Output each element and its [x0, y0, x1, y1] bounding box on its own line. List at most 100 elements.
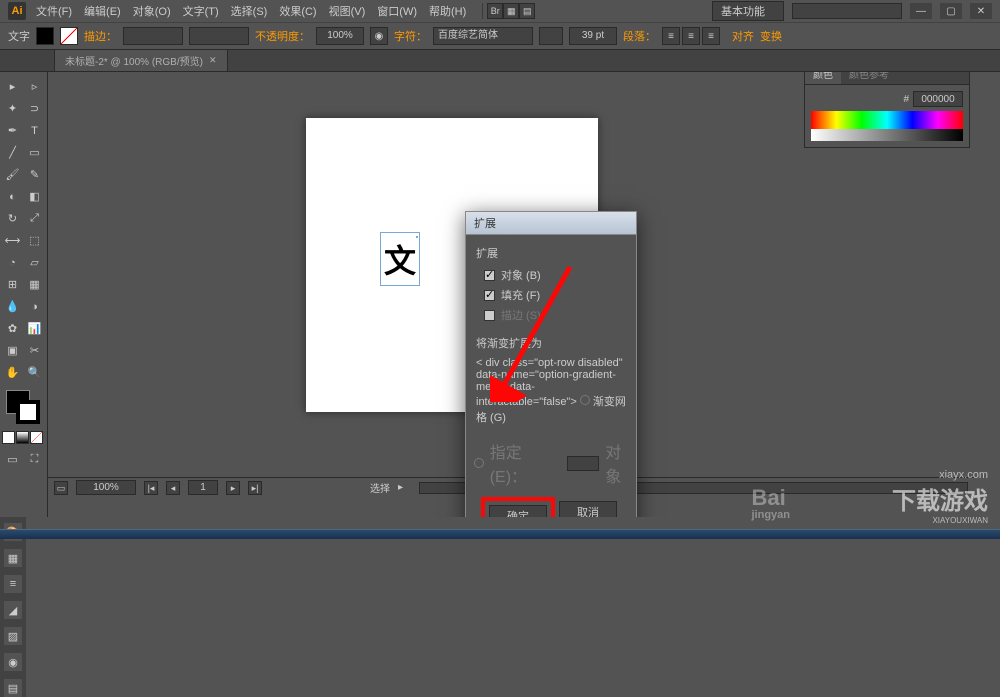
hue-spectrum[interactable]: [811, 111, 963, 129]
value-spectrum[interactable]: [811, 129, 963, 141]
font-size-dropdown[interactable]: 39 pt: [569, 27, 617, 45]
help-search-input[interactable]: [792, 3, 902, 19]
slice-tool[interactable]: ✂: [24, 340, 45, 361]
menu-effect[interactable]: 效果(C): [279, 3, 316, 19]
artboard-tool[interactable]: ▣: [2, 340, 23, 361]
color-mode-none[interactable]: [30, 431, 43, 444]
opacity-value[interactable]: 100%: [316, 27, 364, 45]
align-right-icon[interactable]: ≡: [702, 27, 720, 45]
menu-view[interactable]: 视图(V): [329, 3, 366, 19]
stroke-color-swatch[interactable]: [16, 400, 40, 424]
opacity-link[interactable]: 不透明度：: [255, 28, 310, 44]
rotate-tool[interactable]: ↻: [2, 208, 23, 229]
last-artboard-button[interactable]: ▸|: [248, 481, 262, 495]
color-mode-fill[interactable]: [2, 431, 15, 444]
fill-swatch[interactable]: [36, 27, 54, 45]
magic-wand-tool[interactable]: ✦: [2, 98, 23, 119]
stroke-dock-icon[interactable]: ≡: [4, 575, 22, 593]
gradient-dock-icon[interactable]: ◢: [4, 601, 22, 619]
width-tool[interactable]: ⟷: [2, 230, 23, 251]
lasso-tool[interactable]: ⊃: [24, 98, 45, 119]
zoom-dropdown[interactable]: 100%: [76, 480, 136, 495]
bridge-icon[interactable]: Br: [487, 3, 503, 19]
mesh-tool[interactable]: ⊞: [2, 274, 23, 295]
grid-icon[interactable]: ▤: [519, 3, 535, 19]
transparency-dock-icon[interactable]: ▨: [4, 627, 22, 645]
blob-brush-tool[interactable]: ◐: [2, 186, 23, 207]
recolor-icon[interactable]: ◉: [370, 27, 388, 45]
option-object[interactable]: 对象 (B): [484, 267, 626, 283]
menu-edit[interactable]: 编辑(E): [84, 3, 121, 19]
stroke-swatch[interactable]: [60, 27, 78, 45]
checkbox-fill[interactable]: [484, 290, 495, 301]
artboard-number[interactable]: 1: [188, 480, 218, 495]
font-family-dropdown[interactable]: 百度综艺简体: [433, 27, 533, 45]
gradient-tool[interactable]: ▦: [24, 274, 45, 295]
pen-tool[interactable]: ✒: [2, 120, 23, 141]
align-left-icon[interactable]: ≡: [662, 27, 680, 45]
next-artboard-button[interactable]: ▸: [226, 481, 240, 495]
arrange-icon[interactable]: ▦: [503, 3, 519, 19]
perspective-tool[interactable]: ▱: [24, 252, 45, 273]
eyedropper-tool[interactable]: 💧: [2, 296, 23, 317]
menu-text[interactable]: 文字(T): [183, 3, 219, 19]
checkbox-object[interactable]: [484, 270, 495, 281]
screen-mode-full[interactable]: ⛶: [24, 449, 45, 470]
line-tool[interactable]: ╱: [2, 142, 23, 163]
direct-selection-tool[interactable]: ▹: [24, 76, 45, 97]
maximize-button[interactable]: ▢: [940, 3, 962, 19]
option-fill[interactable]: 填充 (F): [484, 287, 626, 303]
hand-tool[interactable]: ✋: [2, 362, 23, 383]
panel-stroke-swatch[interactable]: [829, 92, 843, 106]
blend-tool[interactable]: ◑: [24, 296, 45, 317]
pencil-tool[interactable]: ✎: [24, 164, 45, 185]
first-artboard-button[interactable]: |◂: [144, 481, 158, 495]
transform-link[interactable]: 变换: [760, 28, 782, 44]
hex-input[interactable]: [913, 91, 963, 107]
paintbrush-tool[interactable]: 🖌: [2, 164, 23, 185]
fill-stroke-swatches[interactable]: [6, 390, 42, 426]
zoom-out-icon[interactable]: ▭: [54, 481, 68, 495]
appearance-dock-icon[interactable]: ◉: [4, 653, 22, 671]
ok-button[interactable]: 确定: [489, 505, 547, 517]
color-panel-tab-color[interactable]: 颜色: [805, 72, 841, 84]
align-center-icon[interactable]: ≡: [682, 27, 700, 45]
swatches-dock-icon[interactable]: ▦: [4, 549, 22, 567]
menu-object[interactable]: 对象(O): [133, 3, 171, 19]
menu-window[interactable]: 窗口(W): [377, 3, 417, 19]
minimize-button[interactable]: —: [910, 3, 932, 19]
prev-artboard-button[interactable]: ◂: [166, 481, 180, 495]
color-panel-tab-guide[interactable]: 颜色参考: [841, 72, 897, 84]
stroke-weight-dropdown[interactable]: [123, 27, 183, 45]
workspace-dropdown[interactable]: 基本功能: [712, 1, 784, 21]
font-style-dropdown[interactable]: [539, 27, 563, 45]
layers-dock-icon[interactable]: ▤: [4, 679, 22, 697]
shape-builder-tool[interactable]: ◔: [2, 252, 23, 273]
zoom-tool[interactable]: 🔍: [24, 362, 45, 383]
screen-mode-normal[interactable]: ▭: [2, 449, 23, 470]
free-transform-tool[interactable]: ⬚: [24, 230, 45, 251]
close-button[interactable]: ✕: [970, 3, 992, 19]
stroke-link[interactable]: 描边：: [84, 28, 117, 44]
symbol-sprayer-tool[interactable]: ✿: [2, 318, 23, 339]
selection-tool[interactable]: ▸: [2, 76, 23, 97]
stroke-style-dropdown[interactable]: [189, 27, 249, 45]
hint-dropdown-arrow[interactable]: ▸: [398, 482, 403, 493]
character-link[interactable]: 字符：: [394, 28, 427, 44]
document-tab[interactable]: 未标题-2* @ 100% (RGB/预览) ✕: [54, 49, 228, 71]
text-object[interactable]: 文: [384, 236, 416, 282]
color-mode-gradient[interactable]: [16, 431, 29, 444]
menu-help[interactable]: 帮助(H): [429, 3, 466, 19]
graph-tool[interactable]: 📊: [24, 318, 45, 339]
canvas-area[interactable]: 文 颜色 颜色参考 # 扩展: [48, 72, 1000, 517]
panel-fill-swatch[interactable]: [811, 92, 825, 106]
rectangle-tool[interactable]: ▭: [24, 142, 45, 163]
cancel-button[interactable]: 取消: [559, 501, 617, 517]
type-tool[interactable]: T: [24, 120, 45, 141]
scale-tool[interactable]: ⤢: [24, 208, 45, 229]
eraser-tool[interactable]: ◧: [24, 186, 45, 207]
align-link[interactable]: 对齐: [732, 28, 754, 44]
menu-select[interactable]: 选择(S): [231, 3, 268, 19]
tab-close-icon[interactable]: ✕: [209, 55, 217, 66]
paragraph-link[interactable]: 段落：: [623, 28, 656, 44]
